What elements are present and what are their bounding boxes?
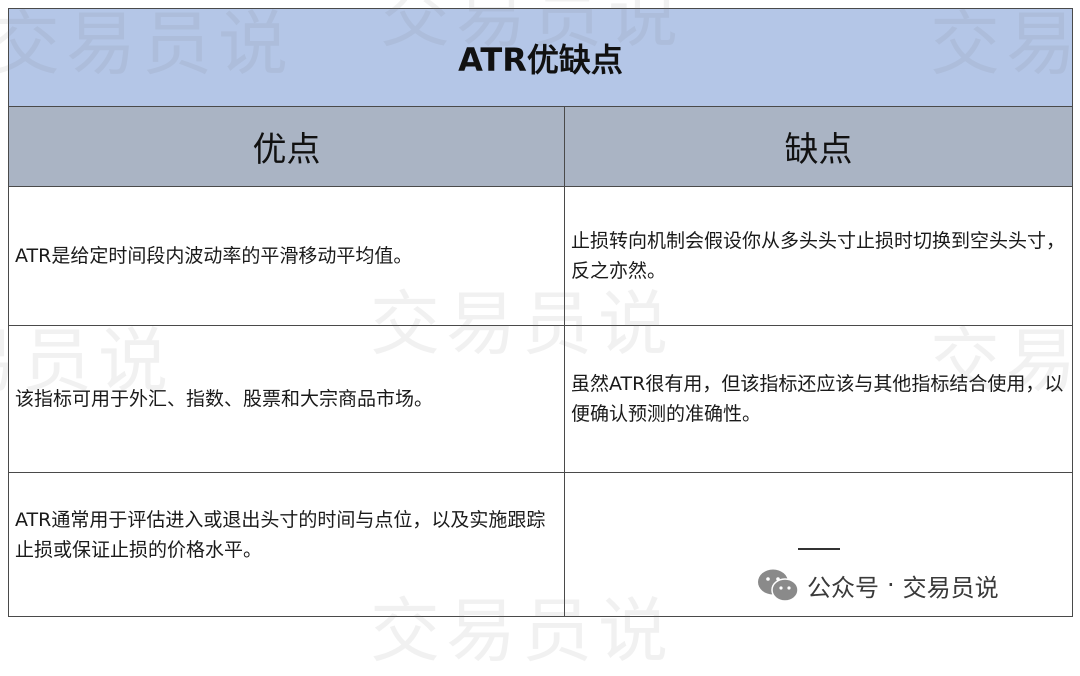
footer-separator: · xyxy=(887,571,895,599)
wechat-footer: 公众号 · 交易员说 xyxy=(757,566,999,604)
atr-pros-cons-table: ATR优缺点 优点 缺点 ATR是给定时间段内波动率的平滑移动平均值。 止损转向… xyxy=(7,8,1074,617)
table-title: ATR优缺点 xyxy=(7,8,1074,107)
table-row: 该指标可用于外汇、指数、股票和大宗商品市场。 虽然ATR很有用，但该指标还应该与… xyxy=(8,325,1074,473)
pros-cell: ATR通常用于评估进入或退出头寸的时间与点位，以及实施跟踪止损或保证止损的价格水… xyxy=(8,472,565,617)
header-pros: 优点 xyxy=(8,106,565,187)
empty-cell-dash xyxy=(798,548,840,550)
header-cons: 缺点 xyxy=(563,106,1074,187)
cons-cell: 止损转向机制会假设你从多头头寸止损时切换到空头头寸，反之亦然。 xyxy=(563,186,1074,326)
pros-cell: 该指标可用于外汇、指数、股票和大宗商品市场。 xyxy=(8,325,565,473)
wechat-icon xyxy=(758,569,799,602)
account-name: 交易员说 xyxy=(902,573,999,602)
table-row: ATR是给定时间段内波动率的平滑移动平均值。 止损转向机制会假设你从多头头寸止损… xyxy=(8,186,1074,326)
header-row: 优点 缺点 xyxy=(8,106,1074,187)
account-type: 公众号 xyxy=(807,573,879,602)
title-row: ATR优缺点 xyxy=(7,8,1074,107)
pros-cell: ATR是给定时间段内波动率的平滑移动平均值。 xyxy=(8,186,565,326)
cons-cell: 虽然ATR很有用，但该指标还应该与其他指标结合使用，以便确认预测的准确性。 xyxy=(563,325,1074,473)
